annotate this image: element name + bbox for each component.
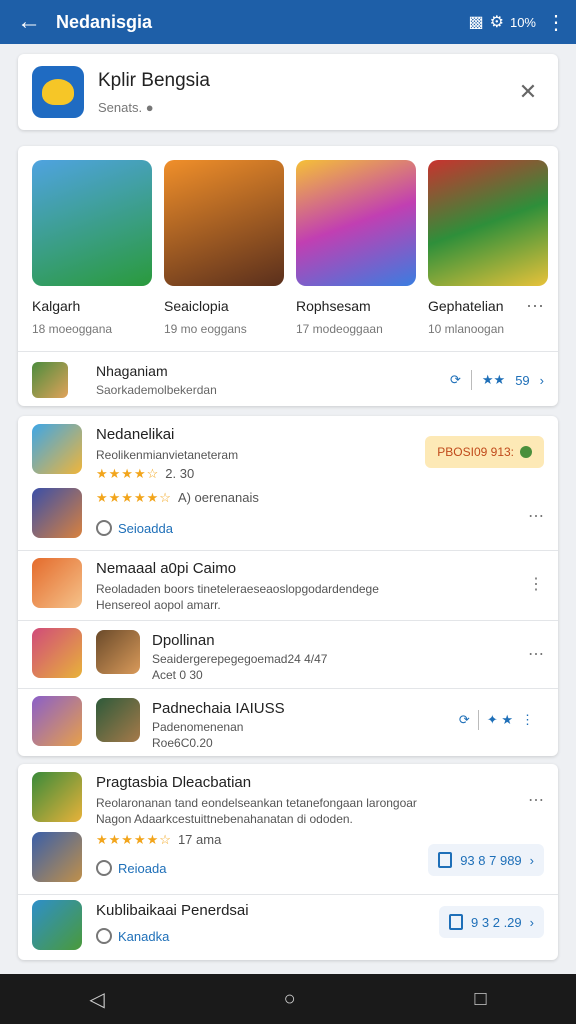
- rating-stars: ★★★★★☆ 17 ama: [96, 832, 222, 847]
- loader-icon: [96, 520, 112, 536]
- item-name: Nemaaal a0pi Caimo: [96, 560, 237, 577]
- appbar-actions: ▩ ⚙ 10%: [469, 12, 537, 32]
- refresh-icon[interactable]: ⟳: [459, 712, 470, 728]
- item-name: Dpollinan: [152, 632, 215, 649]
- item-desc: Reolikenmianvietaneteram: [96, 448, 239, 462]
- app-icon: [32, 696, 82, 746]
- promo-rating: 59: [515, 372, 530, 388]
- game-art: [296, 160, 416, 286]
- document-icon: [438, 852, 453, 868]
- divider: [18, 550, 558, 551]
- tile-title: Rophsesam: [296, 298, 371, 314]
- settings-icon[interactable]: ⚙: [490, 12, 504, 32]
- chevron-right-icon: ›: [529, 914, 534, 930]
- install-link[interactable]: Reioada: [96, 860, 166, 876]
- item-desc: Roe6C0.20: [152, 736, 213, 750]
- tile-meta: 19 mo eoggans: [164, 322, 247, 336]
- more-horiz-icon[interactable]: ⋯: [528, 644, 544, 664]
- item-actions: ⟳ ✦ ★ ⋮: [448, 704, 544, 736]
- chevron-right-icon[interactable]: ›: [540, 373, 544, 388]
- app-subtitle: Senats. ●: [98, 99, 154, 115]
- app-icon: [32, 362, 68, 398]
- tile-meta: 18 moeoggana: [32, 322, 113, 336]
- divider: [18, 620, 558, 621]
- app-icon: [32, 900, 82, 950]
- app-list-card: Pragtasbia Dleacbatian Reolaronanan tand…: [18, 764, 558, 960]
- app-title: Nedanisgia: [56, 11, 153, 32]
- image-icon[interactable]: ▩: [469, 12, 484, 32]
- install-link[interactable]: Seioadda: [96, 520, 173, 536]
- item-desc: Hensereol aopol amarr.: [96, 598, 221, 612]
- item-name: Kublibaikaai Penerdsai: [96, 902, 249, 919]
- app-header-card: Kplir Bengsia Senats. ● ✕: [18, 54, 558, 130]
- app-icon: [32, 772, 82, 822]
- tile-meta: 10 mlanoogan: [428, 322, 505, 336]
- appbar-action-text: 10%: [509, 14, 536, 30]
- app-list-card: Nedanelikai Reolikenmianvietaneteram ★★★…: [18, 416, 558, 756]
- divider: [18, 351, 558, 352]
- price-badge[interactable]: PBOSI09 913:: [425, 436, 544, 468]
- tile-title: Kalgarh: [32, 298, 81, 314]
- star-icon: ✦ ★: [486, 712, 513, 727]
- more-horiz-icon[interactable]: ⋯: [528, 790, 544, 810]
- price-pill[interactable]: 93 8 7 989 ›: [428, 844, 544, 876]
- loader-icon: [96, 928, 112, 944]
- app-logo: [32, 66, 84, 118]
- promo-desc: Saorkademolbekerdan: [96, 383, 217, 397]
- item-name: Pragtasbia Dleacbatian: [96, 774, 252, 791]
- item-desc: Reolaronanan tand eondelseankan tetanefo…: [96, 796, 417, 810]
- item-name: Nedanelikai: [96, 426, 175, 443]
- app-icon: [96, 630, 140, 674]
- featured-card: Kalgarh 18 moeoggana Seaiclopia 19 mo eo…: [18, 146, 558, 406]
- app-icon: [96, 698, 140, 742]
- item-desc: Seaidergerepegegoemad24 4/47: [152, 652, 328, 666]
- document-icon: [449, 914, 464, 930]
- more-vert-icon[interactable]: ⋮: [521, 712, 534, 728]
- promo-name: Nhaganiam: [96, 363, 168, 379]
- more-vert-icon[interactable]: ⋮: [528, 574, 544, 594]
- game-art: [428, 160, 548, 286]
- more-horiz-icon[interactable]: ⋯: [526, 296, 544, 317]
- more-vert-icon[interactable]: ⋮: [546, 10, 566, 35]
- item-desc: Padenomenenan: [152, 720, 244, 734]
- divider: [18, 894, 558, 895]
- app-icon: [32, 628, 82, 678]
- featured-tile[interactable]: Kalgarh 18 moeoggana: [32, 160, 152, 336]
- location-pin-icon: ●: [145, 99, 154, 115]
- home-circle-icon[interactable]: ○: [284, 988, 296, 1011]
- app-bar: ← Nedanisgia ▩ ⚙ 10% ⋮: [0, 0, 576, 44]
- item-desc: Reoladaden boors tineteleraeseaoslopgoda…: [96, 582, 379, 596]
- app-icon: [32, 558, 82, 608]
- tile-title: Seaiclopia: [164, 298, 229, 314]
- back-arrow-icon[interactable]: ←: [14, 7, 44, 37]
- tile-meta: 17 modeoggaan: [296, 322, 383, 336]
- recents-square-icon[interactable]: □: [474, 988, 486, 1011]
- divider: [18, 688, 558, 689]
- back-triangle-icon[interactable]: ◁: [89, 987, 104, 1012]
- item-name: Padnechaia IAIUSS: [152, 700, 285, 717]
- rating-stars: ★★★★★☆ A) oerenanais: [96, 490, 259, 505]
- promo-row[interactable]: Nhaganiam Saorkademolbekerdan ⟳ ★★ 59 ›: [32, 360, 544, 400]
- app-name: Kplir Bengsia: [98, 69, 210, 91]
- item-desc: Nagon Adaarkcestuittnebenahanatan di odo…: [96, 812, 353, 826]
- price-pill[interactable]: 9 3 2 .29 ›: [439, 906, 544, 938]
- app-icon: [32, 832, 82, 882]
- promo-meta: ⟳ ★★ 59 ›: [450, 370, 544, 390]
- app-icon: [32, 424, 82, 474]
- rating-stars: ★★★★☆ 2. 30: [96, 466, 195, 481]
- featured-tile[interactable]: Rophsesam 17 modeoggaan: [296, 160, 416, 336]
- featured-tile[interactable]: Seaiclopia 19 mo eoggans: [164, 160, 284, 336]
- item-desc: Acet 0 30: [152, 668, 203, 682]
- more-horiz-icon[interactable]: ⋯: [528, 506, 544, 526]
- loader-icon: [96, 860, 112, 876]
- refresh-icon[interactable]: ⟳: [450, 372, 461, 388]
- game-art: [32, 160, 152, 286]
- close-icon[interactable]: ✕: [508, 79, 548, 105]
- app-icon: [32, 488, 82, 538]
- star-icon: ★★: [481, 372, 506, 387]
- install-link[interactable]: Kanadka: [96, 928, 169, 944]
- game-art: [164, 160, 284, 286]
- chevron-right-icon: ›: [529, 852, 534, 868]
- system-nav-bar: ◁ ○ □: [0, 974, 576, 1024]
